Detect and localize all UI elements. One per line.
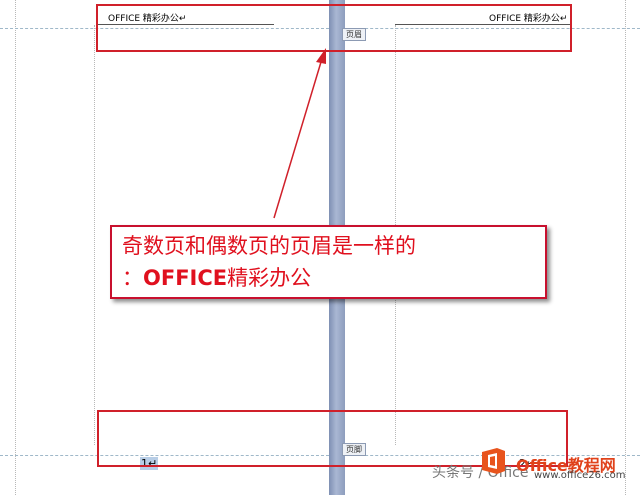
watermark-url: www.office26.com (534, 470, 626, 481)
callout-line2: ：OFFICE精彩办公 (122, 262, 545, 294)
watermark: 头条号 / Office Office教程网 www.office26.com (426, 440, 640, 495)
callout-rest: 精彩办公 (227, 266, 312, 290)
callout-box: 奇数页和偶数页的页眉是一样的 ：OFFICE精彩办公 (110, 225, 547, 299)
callout-line1: 奇数页和偶数页的页眉是一样的 (122, 234, 416, 258)
office-logo-icon (482, 448, 505, 474)
callout-colon: ： (122, 266, 143, 290)
callout-office: OFFICE (143, 266, 228, 290)
